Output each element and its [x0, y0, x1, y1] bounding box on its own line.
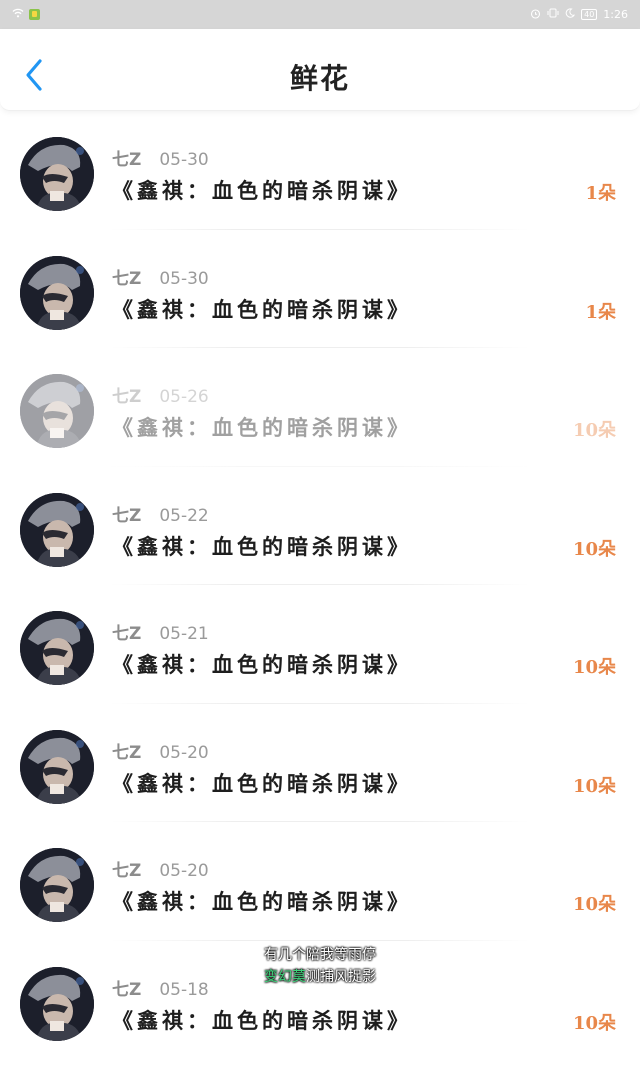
user-name: 七Z — [112, 268, 142, 289]
battery-icon: 40 — [581, 9, 598, 20]
book-title[interactable]: 《鑫祺：血色的暗杀阴谋》 — [112, 768, 412, 798]
record-date: 05-30 — [159, 150, 209, 170]
status-bar: 40 1:26 — [0, 0, 640, 29]
record-date: 05-30 — [159, 268, 209, 289]
avatar[interactable] — [20, 966, 94, 1041]
list-item[interactable]: 七Z 05-30 《鑫祺：血色的暗杀阴谋》 1朵 — [0, 111, 640, 230]
flower-count: 10朵 — [572, 1012, 616, 1034]
list-item[interactable]: 七Z 05-30 《鑫祺：血色的暗杀阴谋》 1朵 — [0, 230, 640, 348]
user-name: 七Z — [112, 387, 142, 407]
book-title[interactable]: 《鑫祺：血色的暗杀阴谋》 — [112, 1005, 412, 1035]
alarm-icon — [530, 8, 541, 22]
avatar[interactable] — [20, 137, 94, 211]
book-title[interactable]: 《鑫祺：血色的暗杀阴谋》 — [112, 175, 412, 205]
flower-count: 1朵 — [585, 183, 616, 204]
list-item[interactable]: 七Z 05-20 《鑫祺：血色的暗杀阴谋》 10朵 — [0, 704, 640, 822]
avatar[interactable] — [20, 848, 94, 922]
header: 鲜花 — [0, 29, 640, 111]
wifi-icon — [12, 8, 24, 21]
flower-record-list: 七Z 05-30 《鑫祺：血色的暗杀阴谋》 1朵 七Z 05-30 《鑫祺：血色… — [0, 111, 640, 1059]
book-title[interactable]: 《鑫祺：血色的暗杀阴谋》 — [112, 294, 412, 324]
record-date: 05-21 — [159, 624, 209, 644]
avatar[interactable] — [20, 374, 94, 448]
record-meta: 七Z 05-21 — [112, 619, 209, 644]
vibrate-icon — [547, 8, 559, 21]
record-meta: 七Z 05-22 — [112, 501, 209, 526]
record-date: 05-22 — [159, 505, 209, 526]
moon-icon — [565, 8, 576, 21]
user-name: 七Z — [112, 861, 142, 881]
app-notification-icon — [29, 9, 40, 20]
flower-count: 10朵 — [572, 775, 616, 797]
record-date: 05-20 — [159, 861, 209, 881]
avatar[interactable] — [20, 729, 94, 804]
book-title[interactable]: 《鑫祺：血色的暗杀阴谋》 — [112, 531, 412, 561]
record-meta: 七Z 05-20 — [112, 856, 209, 881]
record-date: 05-26 — [159, 387, 209, 407]
avatar[interactable] — [20, 492, 94, 567]
book-title[interactable]: 《鑫祺：血色的暗杀阴谋》 — [112, 649, 412, 679]
book-title[interactable]: 《鑫祺：血色的暗杀阴谋》 — [112, 886, 412, 916]
record-meta: 七Z 05-30 — [112, 264, 209, 289]
flower-count: 1朵 — [585, 301, 616, 323]
list-item[interactable]: 七Z 05-26 《鑫祺：血色的暗杀阴谋》 10朵 — [0, 348, 640, 467]
record-meta: 七Z 05-20 — [112, 738, 209, 763]
record-date: 05-18 — [159, 979, 209, 1000]
page-title: 鲜花 — [289, 62, 350, 95]
flower-count: 10朵 — [572, 657, 616, 678]
flower-count: 10朵 — [572, 894, 616, 915]
flower-count: 10朵 — [572, 420, 616, 441]
record-meta: 七Z 05-18 — [112, 975, 209, 1000]
user-name: 七Z — [112, 624, 142, 644]
user-name: 七Z — [112, 979, 142, 1000]
record-meta: 七Z 05-30 — [112, 145, 209, 170]
user-name: 七Z — [112, 150, 142, 170]
list-item[interactable]: 七Z 05-22 《鑫祺：血色的暗杀阴谋》 10朵 — [0, 467, 640, 585]
avatar[interactable] — [20, 255, 94, 330]
user-name: 七Z — [112, 505, 142, 526]
status-right: 40 1:26 — [530, 8, 628, 22]
user-name: 七Z — [112, 742, 142, 763]
list-item[interactable]: 七Z 05-20 《鑫祺：血色的暗杀阴谋》 10朵 — [0, 822, 640, 941]
list-item[interactable]: 七Z 05-18 《鑫祺：血色的暗杀阴谋》 10朵 — [0, 941, 640, 1060]
avatar[interactable] — [20, 611, 94, 685]
book-title[interactable]: 《鑫祺：血色的暗杀阴谋》 — [112, 412, 412, 442]
status-left — [12, 8, 40, 21]
list-item[interactable]: 七Z 05-21 《鑫祺：血色的暗杀阴谋》 10朵 — [0, 585, 640, 704]
record-date: 05-20 — [159, 742, 209, 763]
status-time: 1:26 — [603, 8, 628, 21]
record-meta: 七Z 05-26 — [112, 382, 209, 407]
flower-count: 10朵 — [572, 538, 616, 560]
